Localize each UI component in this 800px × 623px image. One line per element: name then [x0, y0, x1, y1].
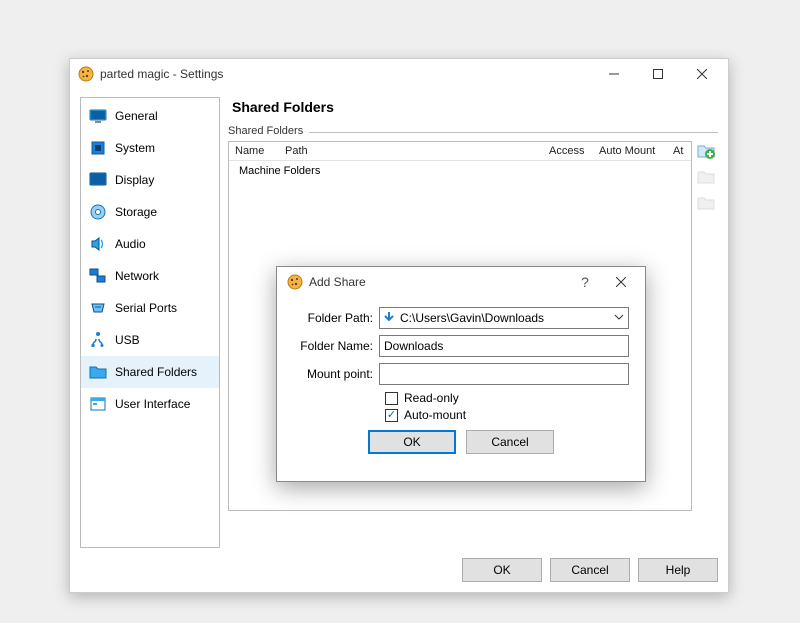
mount-point-label: Mount point: [293, 367, 379, 381]
dialog-title: Add Share [309, 275, 567, 289]
titlebar: parted magic - Settings [70, 59, 728, 89]
col-access[interactable]: Access [543, 142, 593, 160]
ok-button[interactable]: OK [462, 558, 542, 582]
sidebar-item-label: Audio [115, 237, 146, 251]
window-title: parted magic - Settings [100, 67, 592, 81]
chevron-down-icon [614, 311, 624, 325]
sidebar-item-label: Display [115, 173, 154, 187]
app-icon [78, 66, 94, 82]
down-arrow-icon [382, 310, 396, 327]
section-label-text: Shared Folders [228, 125, 303, 137]
col-path[interactable]: Path [279, 142, 543, 160]
col-name[interactable]: Name [229, 142, 279, 160]
sidebar-item-label: System [115, 141, 155, 155]
sidebar-item-shared-folders[interactable]: Shared Folders [81, 356, 219, 388]
sidebar-item-user-interface[interactable]: User Interface [81, 388, 219, 420]
dialog-cancel-button[interactable]: Cancel [466, 430, 554, 454]
table-tools [696, 141, 718, 511]
cancel-button[interactable]: Cancel [550, 558, 630, 582]
dialog-help-button[interactable]: ? [567, 269, 603, 295]
sidebar-item-general[interactable]: General [81, 100, 219, 132]
maximize-button[interactable] [636, 60, 680, 88]
window-buttons [592, 60, 724, 88]
read-only-checkbox[interactable] [385, 392, 398, 405]
folder-name-field[interactable] [379, 335, 629, 357]
sidebar-item-audio[interactable]: Audio [81, 228, 219, 260]
dialog-ok-button[interactable]: OK [368, 430, 456, 454]
sidebar-item-label: Serial Ports [115, 301, 177, 315]
disk-icon [89, 203, 107, 221]
minimize-button[interactable] [592, 60, 636, 88]
add-share-dialog: Add Share ? Folder Path: C:\Users\Gavin\… [276, 266, 646, 482]
mount-point-field[interactable] [379, 363, 629, 385]
settings-sidebar: General System Display Storage Audio Net… [80, 97, 220, 548]
page-title: Shared Folders [228, 97, 718, 125]
sidebar-item-label: Storage [115, 205, 157, 219]
sidebar-item-network[interactable]: Network [81, 260, 219, 292]
table-header: Name Path Access Auto Mount At [229, 142, 691, 161]
dialog-titlebar: Add Share ? [277, 267, 645, 297]
sidebar-item-label: USB [115, 333, 140, 347]
chip-icon [89, 139, 107, 157]
col-automount[interactable]: Auto Mount [593, 142, 667, 160]
sidebar-item-label: General [115, 109, 158, 123]
sidebar-item-serial-ports[interactable]: Serial Ports [81, 292, 219, 324]
sidebar-item-system[interactable]: System [81, 132, 219, 164]
sidebar-item-usb[interactable]: USB [81, 324, 219, 356]
dialog-body: Folder Path: C:\Users\Gavin\Downloads Fo… [277, 297, 645, 462]
divider [309, 132, 718, 133]
sidebar-item-label: Shared Folders [115, 365, 197, 379]
serial-icon [89, 299, 107, 317]
sidebar-item-storage[interactable]: Storage [81, 196, 219, 228]
edit-share-button[interactable] [696, 167, 716, 187]
network-icon [89, 267, 107, 285]
sidebar-item-label: Network [115, 269, 159, 283]
display-icon [89, 171, 107, 189]
auto-mount-label: Auto-mount [404, 408, 466, 422]
settings-footer: OK Cancel Help [462, 558, 718, 582]
ui-icon [89, 395, 107, 413]
speaker-icon [89, 235, 107, 253]
dialog-close-button[interactable] [603, 269, 639, 295]
usb-icon [89, 331, 107, 349]
help-button[interactable]: Help [638, 558, 718, 582]
dialog-footer: OK Cancel [293, 430, 629, 454]
folder-name-label: Folder Name: [293, 339, 379, 353]
close-button[interactable] [680, 60, 724, 88]
folder-path-label: Folder Path: [293, 311, 379, 325]
add-share-button[interactable] [696, 141, 716, 161]
remove-share-button[interactable] [696, 193, 716, 213]
sidebar-item-label: User Interface [115, 397, 190, 411]
app-icon [287, 274, 303, 290]
folder-path-dropdown[interactable]: C:\Users\Gavin\Downloads [379, 307, 629, 329]
folder-path-value: C:\Users\Gavin\Downloads [400, 311, 544, 325]
auto-mount-checkbox[interactable] [385, 409, 398, 422]
sidebar-item-display[interactable]: Display [81, 164, 219, 196]
monitor-icon [89, 107, 107, 125]
section-label: Shared Folders [228, 125, 718, 137]
read-only-label: Read-only [404, 391, 459, 405]
col-at[interactable]: At [667, 142, 691, 160]
group-machine-folders[interactable]: Machine Folders [229, 161, 691, 181]
folder-icon [89, 363, 107, 381]
